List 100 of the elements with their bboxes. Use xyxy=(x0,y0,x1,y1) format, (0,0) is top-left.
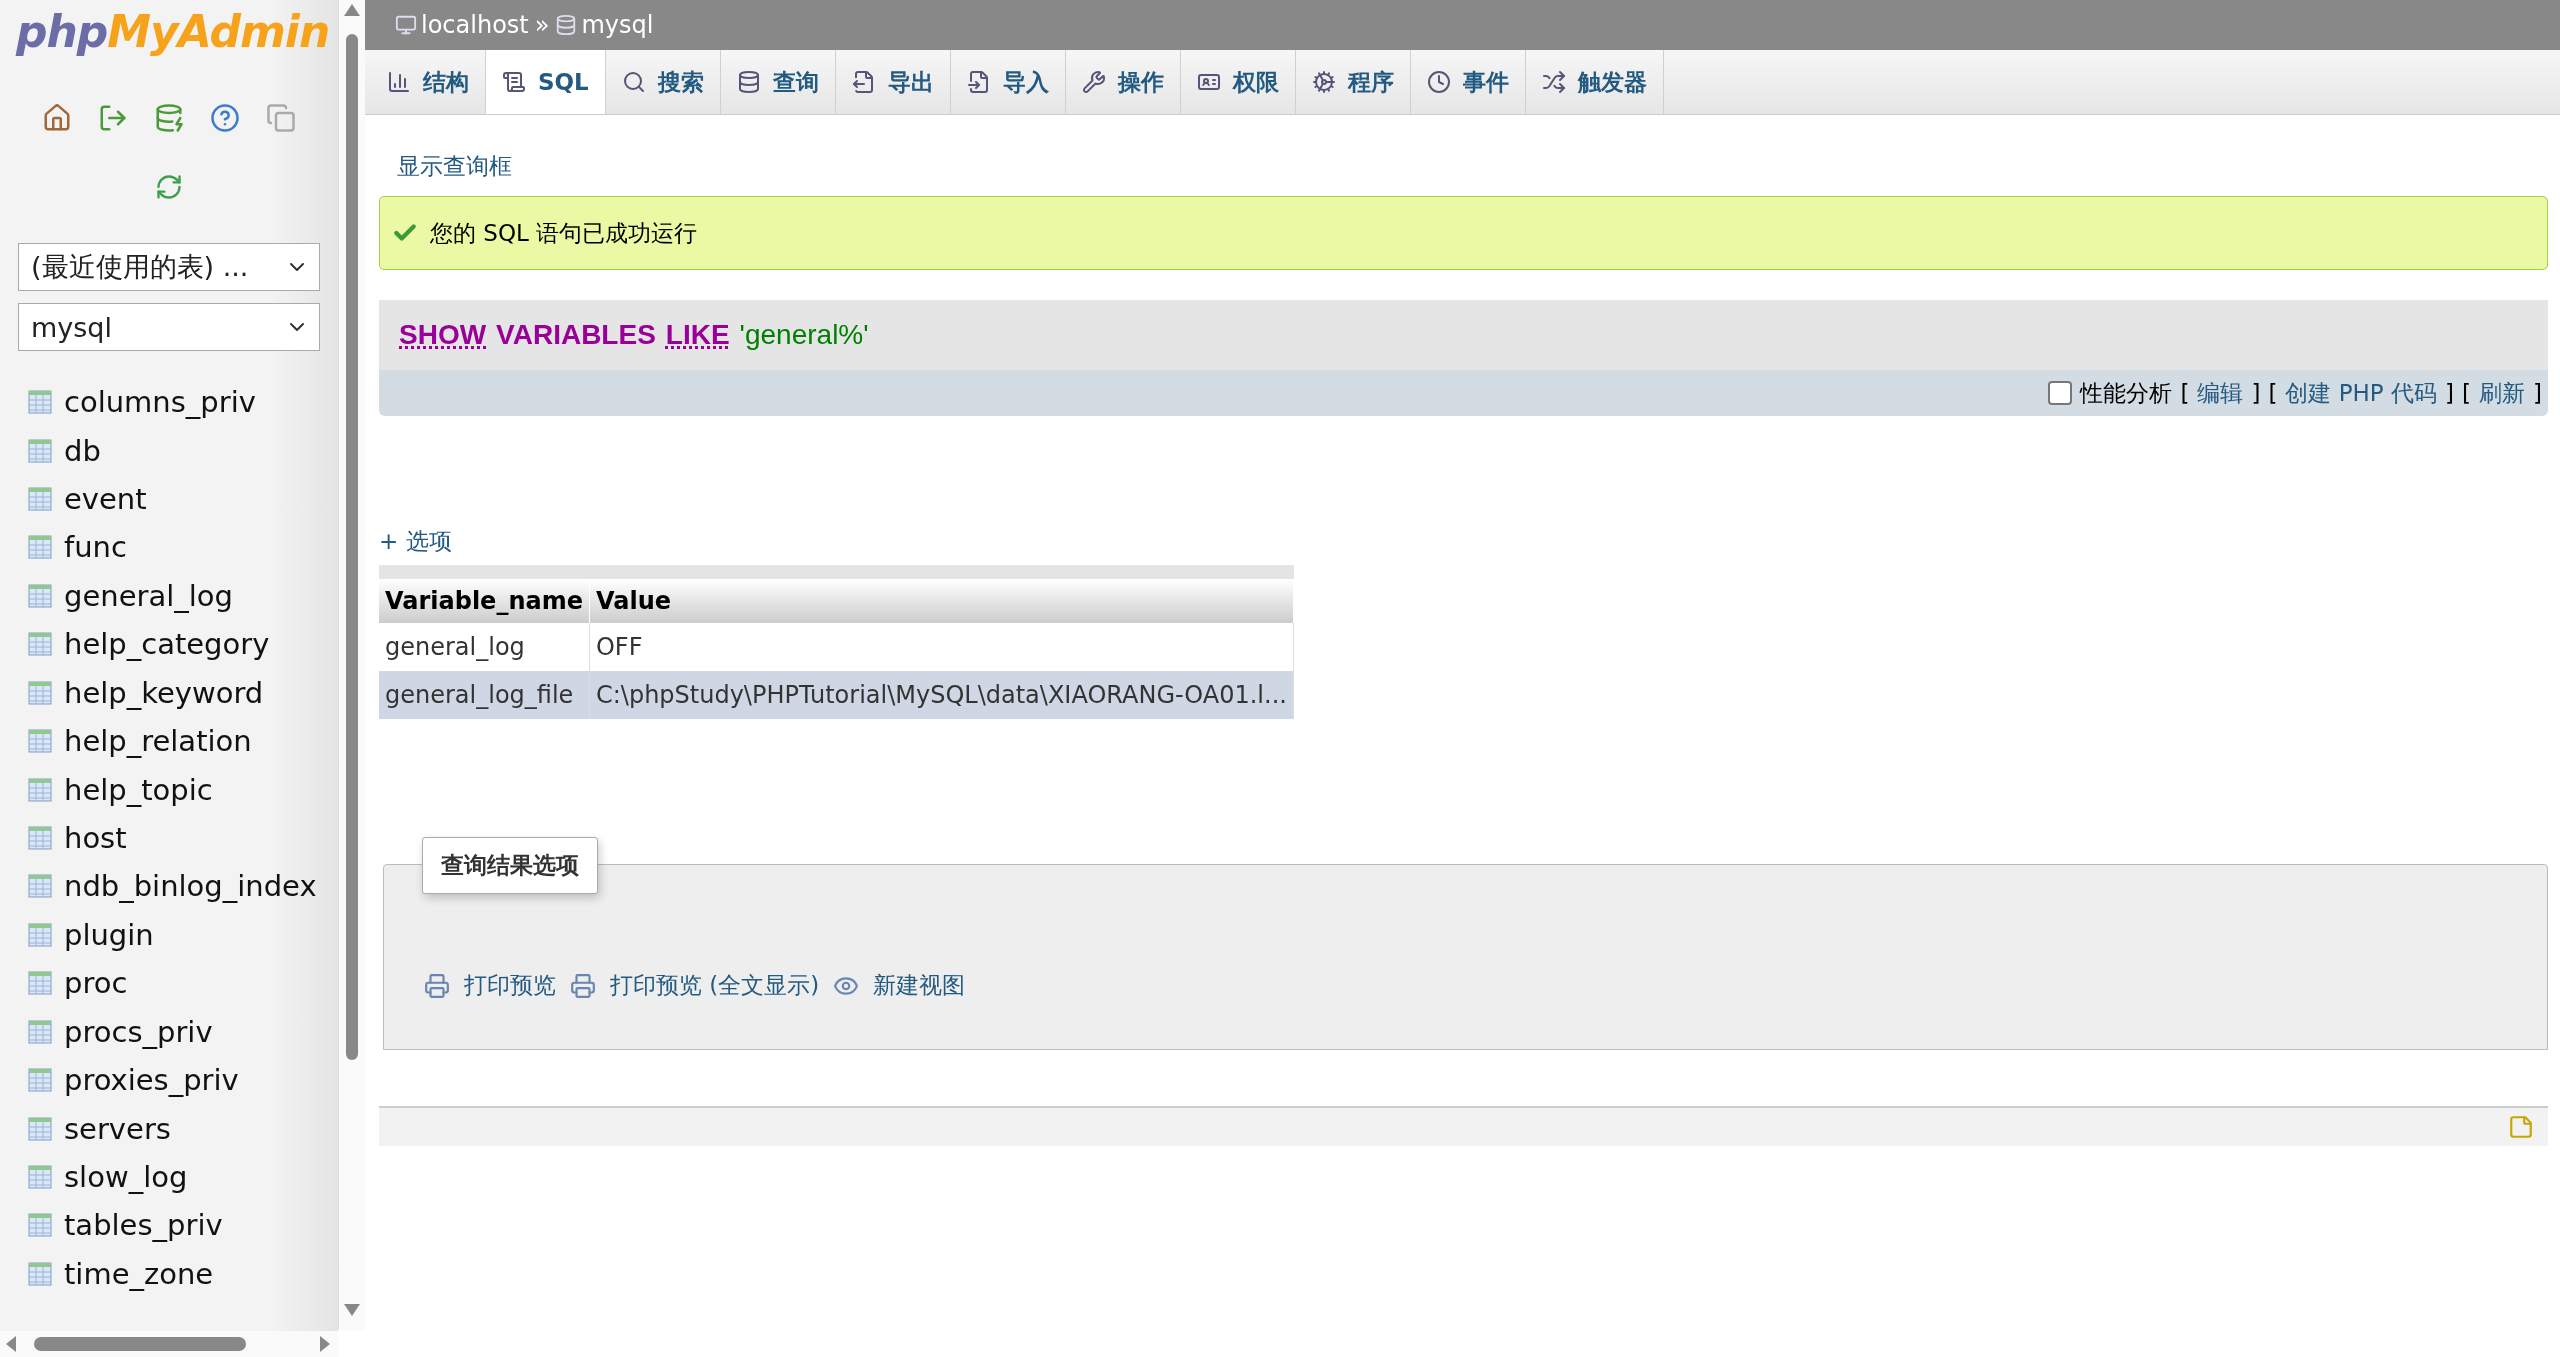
bracket-text: [ xyxy=(2268,380,2278,406)
tab[interactable]: 查询 xyxy=(720,50,836,114)
monitor-icon xyxy=(395,14,417,36)
import-icon xyxy=(966,70,991,94)
table-icon xyxy=(28,971,52,996)
note-icon[interactable] xyxy=(2508,1114,2534,1140)
table-icon xyxy=(28,632,52,657)
table-icon xyxy=(28,922,52,947)
breadcrumb-separator: » xyxy=(534,11,550,39)
database-icon xyxy=(736,70,761,94)
table-link[interactable]: event xyxy=(64,482,147,517)
table-icon xyxy=(28,729,52,754)
sql-keyword-link[interactable]: LIKE xyxy=(665,319,730,351)
panel-legend: 查询结果选项 xyxy=(422,837,598,894)
scroll-icon xyxy=(502,70,526,94)
bracket-text: ] xyxy=(2533,380,2542,406)
search-icon xyxy=(621,70,646,94)
table-icon xyxy=(28,777,52,802)
action-link[interactable]: 编辑 xyxy=(2197,377,2244,409)
table-icon xyxy=(28,1068,52,1093)
table-cell: C:\phpStudy\PHPTutorial\MySQL\data\XIAORANG-OA01.l... xyxy=(589,671,1294,719)
result-action-link[interactable]: 打印预览 xyxy=(424,970,556,1001)
table-link[interactable]: slow_log xyxy=(64,1159,188,1194)
help-icon[interactable] xyxy=(210,103,240,133)
database-link[interactable]: mysql xyxy=(555,11,654,39)
table-link[interactable]: servers xyxy=(64,1111,171,1146)
table-icon xyxy=(28,1164,52,1189)
table-icon xyxy=(28,1116,52,1141)
bracket-text: ] xyxy=(2251,380,2261,406)
result-action-link[interactable]: 新建视图 xyxy=(833,970,966,1001)
table-cell: general_log xyxy=(379,623,590,671)
profiling-label: 性能分析 xyxy=(2080,378,2173,408)
table-cell: general_log_file xyxy=(379,671,590,719)
shuffle-icon xyxy=(1541,70,1566,94)
bracket-text: [ xyxy=(2180,380,2190,406)
wrench-icon xyxy=(1081,70,1106,94)
table-icon xyxy=(28,583,52,608)
home-icon[interactable] xyxy=(42,103,72,133)
export-icon xyxy=(851,70,876,94)
table-link[interactable]: db xyxy=(64,433,101,468)
table-link[interactable]: help_topic xyxy=(64,772,213,807)
server-link[interactable]: localhost xyxy=(395,11,529,39)
table-icon xyxy=(28,390,52,415)
table-link[interactable]: columns_priv xyxy=(64,385,256,420)
sql-keyword-link[interactable]: SHOW xyxy=(399,319,487,351)
table-link[interactable]: func xyxy=(64,530,127,565)
table-icon xyxy=(28,1213,52,1238)
success-text: 您的 SQL 语句已成功运行 xyxy=(430,218,698,248)
table-link[interactable]: tables_priv xyxy=(64,1208,223,1243)
table-icon xyxy=(28,438,52,463)
options-link[interactable]: + 选项 xyxy=(379,526,452,557)
reload-icon[interactable] xyxy=(155,173,183,201)
sql-keyword: VARIABLES xyxy=(496,319,656,351)
table-link[interactable]: help_relation xyxy=(64,724,252,759)
documents-icon[interactable] xyxy=(266,103,296,133)
action-link[interactable]: 刷新 xyxy=(2479,377,2525,409)
tab[interactable]: 导出 xyxy=(835,50,951,114)
table-cell: OFF xyxy=(589,623,1294,671)
tab[interactable]: 搜索 xyxy=(605,50,721,114)
database-select[interactable]: mysql xyxy=(18,303,320,351)
table-link[interactable]: help_category xyxy=(64,627,270,662)
table-icon xyxy=(28,487,52,512)
tab[interactable]: 触发器 xyxy=(1525,50,1664,114)
chart-icon xyxy=(387,70,411,94)
table-link[interactable]: ndb_binlog_index xyxy=(64,869,317,904)
table-link[interactable]: general_log xyxy=(64,578,233,613)
sql-string: 'general%' xyxy=(739,319,869,351)
phpmyadmin-logo[interactable]: phpMyAdmin xyxy=(0,0,338,57)
table-icon xyxy=(28,1261,52,1286)
tab[interactable]: 事件 xyxy=(1410,50,1526,114)
database-icon xyxy=(555,14,578,36)
result-action-link[interactable]: 打印预览 (全文显示) xyxy=(570,970,820,1001)
table-link[interactable]: help_keyword xyxy=(64,675,264,710)
table-link[interactable]: proc xyxy=(64,966,128,1001)
tab[interactable]: 权限 xyxy=(1180,50,1296,114)
printer-icon xyxy=(424,972,450,999)
exit-door-icon[interactable] xyxy=(98,103,128,133)
table-link[interactable]: procs_priv xyxy=(64,1014,213,1049)
bracket-text: ] xyxy=(2445,380,2455,406)
table-icon xyxy=(28,826,52,850)
table-link[interactable]: proxies_priv xyxy=(64,1063,239,1098)
table-link[interactable]: time_zone xyxy=(64,1256,214,1291)
table-link[interactable]: plugin xyxy=(64,917,154,952)
gear-icon xyxy=(1311,70,1336,94)
show-query-link[interactable]: 显示查询框 xyxy=(397,151,512,182)
action-link[interactable]: 创建 PHP 代码 xyxy=(2285,377,2438,409)
table-icon xyxy=(28,680,52,705)
tab[interactable]: SQL xyxy=(486,50,606,114)
recent-tables-select[interactable]: (最近使用的表) ... xyxy=(18,243,320,291)
table-link[interactable]: host xyxy=(64,821,127,855)
tab[interactable]: 操作 xyxy=(1065,50,1181,114)
printer-icon xyxy=(570,972,596,999)
tab[interactable]: 导入 xyxy=(950,50,1066,114)
table-icon xyxy=(28,535,52,560)
tab[interactable]: 程序 xyxy=(1295,50,1411,114)
table-icon xyxy=(28,1019,52,1044)
clock-icon xyxy=(1426,70,1451,94)
bracket-text: [ xyxy=(2462,380,2471,406)
table-icon xyxy=(28,874,52,899)
profiling-checkbox[interactable] xyxy=(2048,381,2073,405)
